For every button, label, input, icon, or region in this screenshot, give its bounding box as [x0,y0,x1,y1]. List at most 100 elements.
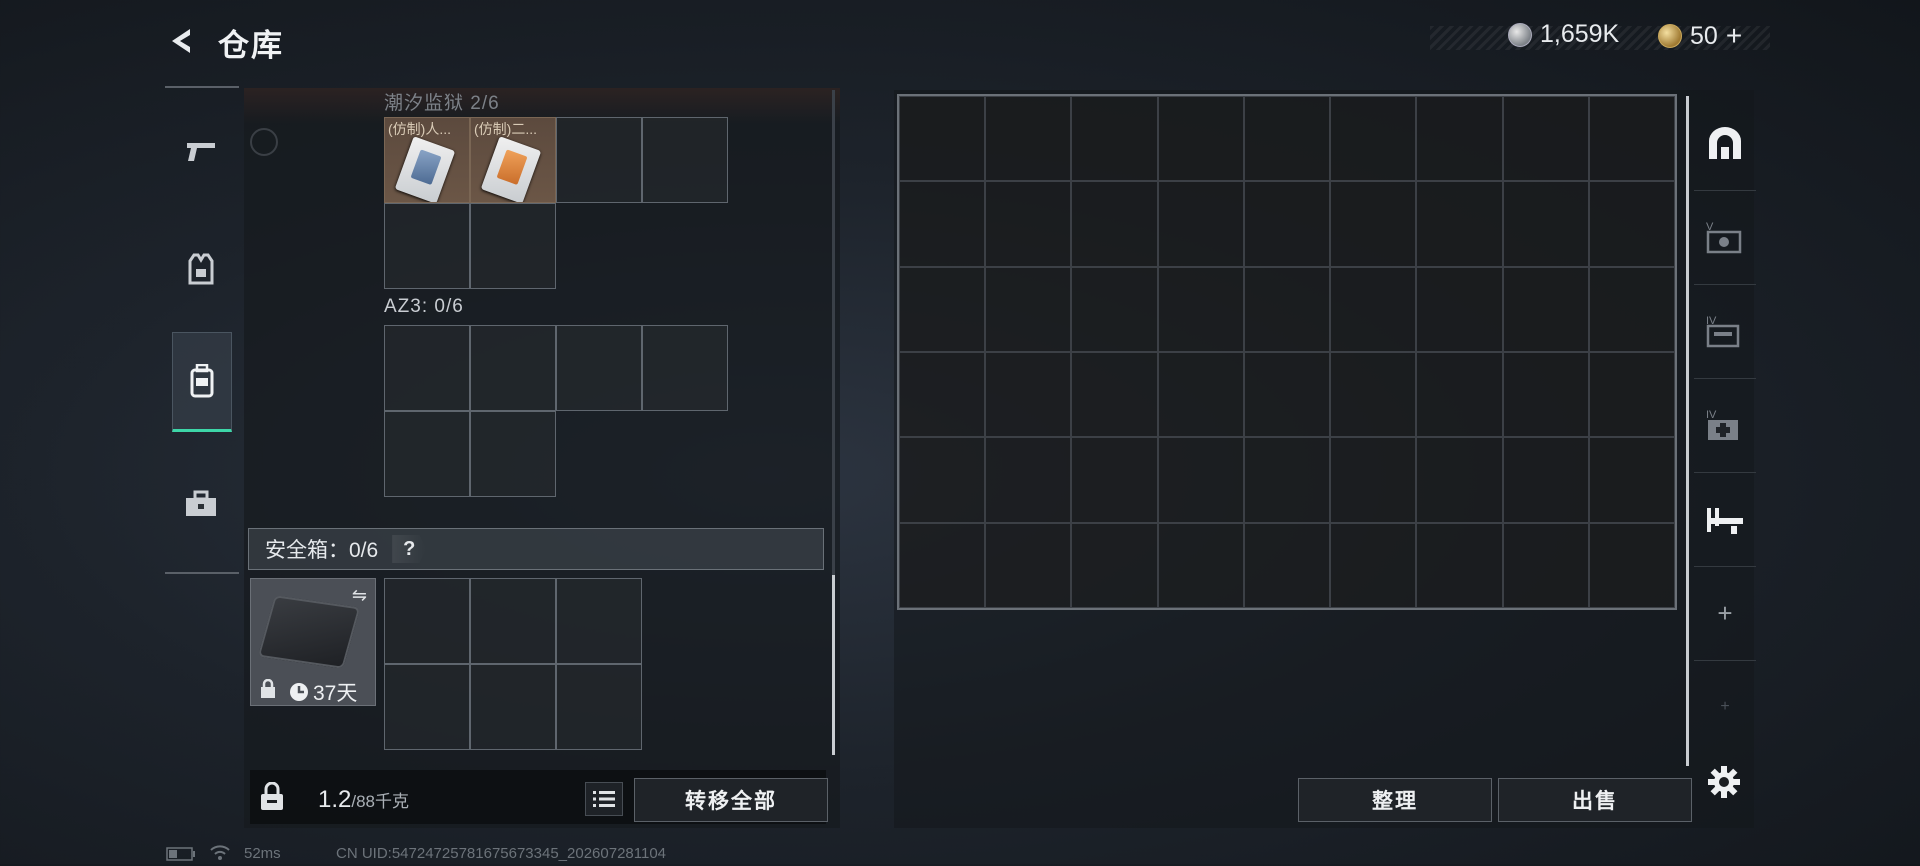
storage-slot[interactable] [1502,437,1589,523]
grid-slot[interactable] [556,578,642,664]
gold-currency[interactable]: 50 + [1658,20,1742,52]
grid-slot[interactable] [384,325,470,411]
storage-slot[interactable] [899,437,986,523]
grid-slot[interactable] [642,117,728,203]
grid-slot[interactable] [384,578,470,664]
storage-slot[interactable] [1416,266,1503,352]
storage-slot[interactable] [1416,181,1503,267]
storage-tab-iv-a[interactable]: IV [1694,284,1756,379]
grid-slot[interactable] [470,664,556,750]
storage-slot[interactable] [1243,181,1331,267]
grid-slot[interactable] [384,664,470,750]
storage-slot[interactable] [1243,352,1331,438]
storage-slot[interactable] [1243,522,1331,608]
transfer-all-button[interactable]: 转移全部 [634,778,828,822]
grid-slot[interactable] [556,664,642,750]
grid-slot[interactable] [556,117,642,203]
sell-button[interactable]: 出售 [1498,778,1692,822]
storage-slot[interactable] [1330,522,1417,608]
storage-slot[interactable] [1330,352,1417,438]
rail-item-toolbox[interactable] [172,456,230,552]
silver-amount: 1,659K [1540,20,1620,48]
storage-slot[interactable] [1502,522,1589,608]
storage-slot[interactable] [1157,266,1244,352]
storage-slot[interactable] [1157,352,1244,438]
storage-slot[interactable] [1071,266,1158,352]
storage-slot[interactable] [1416,96,1503,182]
grid-slot[interactable] [384,203,470,289]
storage-slot[interactable] [1071,437,1158,523]
list-view-button[interactable] [585,782,623,816]
storage-slot[interactable] [1502,96,1589,182]
storage-slot[interactable] [1588,266,1675,352]
grid-slot[interactable] [642,325,728,411]
storage-slot[interactable] [899,522,986,608]
storage-slot[interactable] [899,181,986,267]
storage-slot[interactable] [899,352,986,438]
grid-slot[interactable] [470,578,556,664]
storage-slot[interactable] [1157,437,1244,523]
item-card[interactable]: (仿制)人... [384,117,470,203]
storage-slot[interactable] [985,437,1072,523]
silver-coin-icon [1508,22,1532,47]
storage-slot[interactable] [1071,181,1158,267]
storage-slot[interactable] [1502,266,1589,352]
storage-slot[interactable] [1157,181,1244,267]
add-tab-button[interactable]: + [1694,566,1756,661]
grid-slot[interactable] [470,325,556,411]
storage-slot[interactable] [899,96,986,182]
storage-slot[interactable] [1330,266,1417,352]
storage-slot[interactable] [1588,437,1675,523]
storage-slot[interactable] [985,181,1072,267]
storage-slot[interactable] [985,96,1072,182]
storage-tab-v[interactable]: V [1694,190,1756,285]
storage-slot[interactable] [1330,437,1417,523]
backpack-scroll-thumb[interactable] [832,575,835,755]
storage-slot[interactable] [1330,181,1417,267]
chevron-left-icon [172,29,190,53]
organize-button[interactable]: 整理 [1298,778,1492,822]
storage-slot[interactable] [985,522,1072,608]
storage-slot[interactable] [1588,181,1675,267]
rail-item-weapons[interactable] [172,104,230,200]
storage-slot[interactable] [1502,352,1589,438]
storage-slot[interactable] [1588,522,1675,608]
item-card[interactable]: (仿制)二... [470,117,556,203]
storage-slot[interactable] [985,266,1072,352]
storage-slot[interactable] [1071,352,1158,438]
storage-slot[interactable] [1588,352,1675,438]
swap-icon[interactable]: ⇋ [352,585,367,606]
storage-slot[interactable] [1243,437,1331,523]
add-gold-button[interactable]: + [1726,20,1742,52]
storage-slot[interactable] [1243,266,1331,352]
back-button[interactable] [162,24,202,58]
storage-slot[interactable] [1416,437,1503,523]
storage-slot[interactable] [1157,522,1244,608]
storage-slot[interactable] [899,266,986,352]
storage-slot[interactable] [1071,96,1158,182]
rail-item-backpack[interactable] [172,332,232,432]
safe-case-item[interactable]: ⇋ 37天 [250,578,376,706]
storage-tab-main[interactable] [1694,96,1756,191]
storage-slot[interactable] [1416,522,1503,608]
storage-slot[interactable] [1243,96,1331,182]
grid-slot[interactable] [556,325,642,411]
grid-slot[interactable] [470,411,556,497]
gold-amount: 50 [1690,21,1718,50]
storage-slot[interactable] [1330,96,1417,182]
storage-slot[interactable] [1071,522,1158,608]
settings-button[interactable] [1704,762,1744,802]
add-tab-small[interactable]: + [1694,660,1756,754]
storage-slot[interactable] [1502,181,1589,267]
rail-item-armor[interactable] [172,222,230,318]
storage-tab-iv-b[interactable]: IV [1694,378,1756,473]
storage-scrollbar[interactable] [1686,96,1689,766]
help-button[interactable]: ? [392,535,427,563]
storage-slot[interactable] [985,352,1072,438]
storage-slot[interactable] [1588,96,1675,182]
storage-tab-shelf[interactable] [1694,472,1756,567]
grid-slot[interactable] [470,203,556,289]
storage-slot[interactable] [1416,352,1503,438]
grid-slot[interactable] [384,411,470,497]
storage-slot[interactable] [1157,96,1244,182]
